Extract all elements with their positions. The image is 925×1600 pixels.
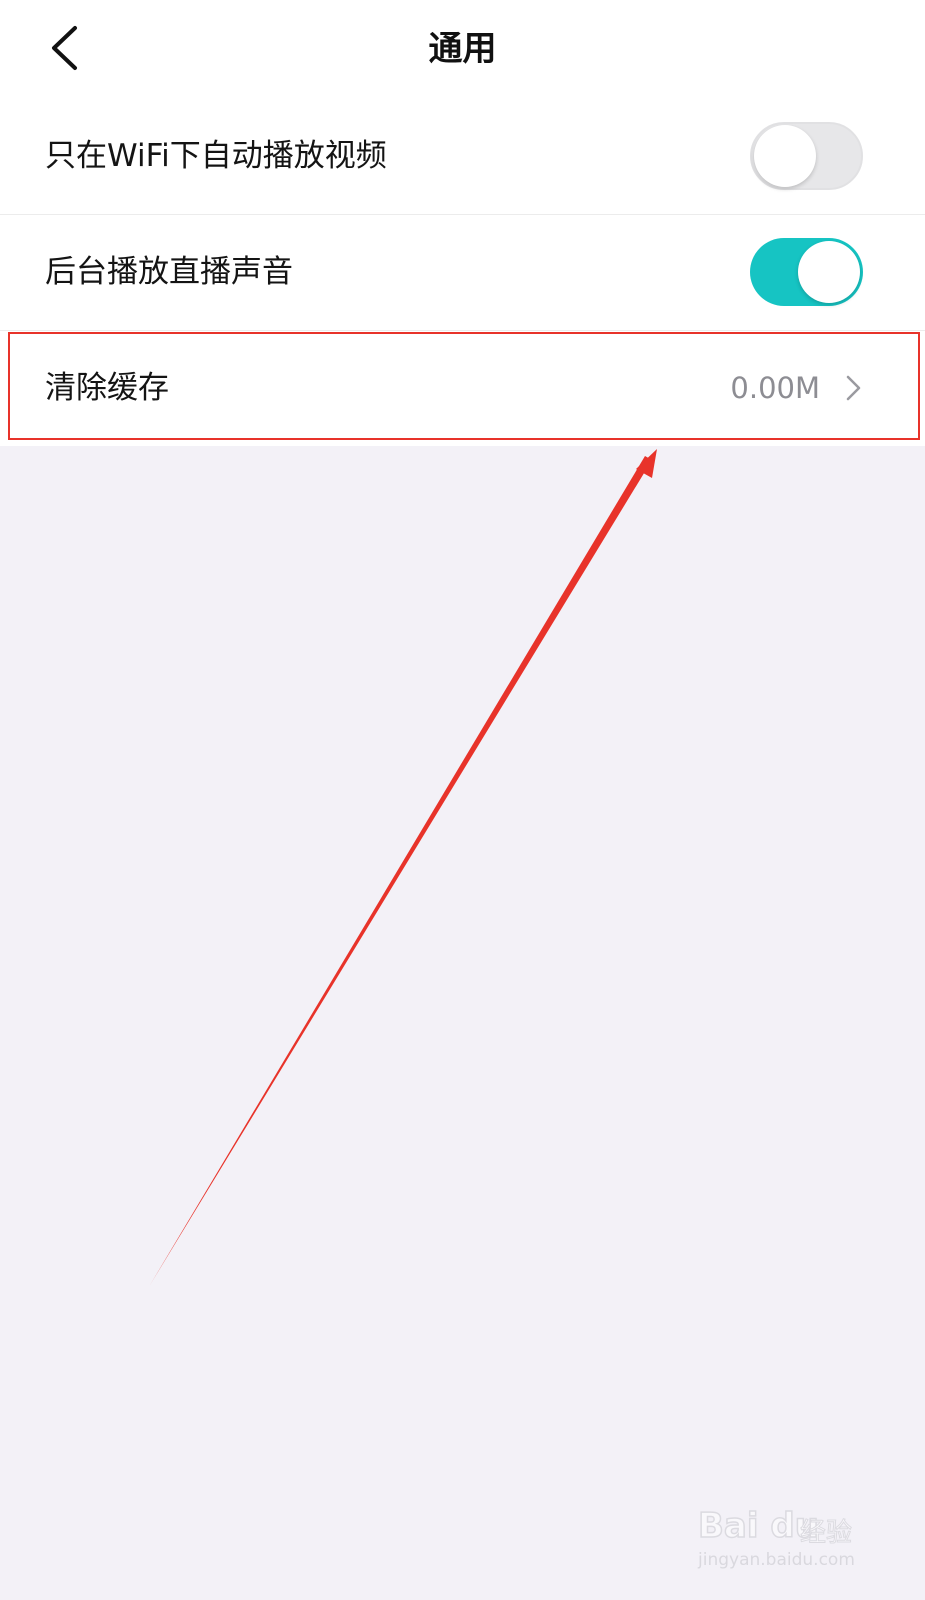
settings-list: 只在WiFi下自动播放视频 后台播放直播声音 清除缓存 0.00M bbox=[0, 98, 925, 446]
setting-row-background-live-audio: 后台播放直播声音 bbox=[0, 214, 925, 330]
chevron-left-icon bbox=[52, 26, 77, 70]
page-title: 通用 bbox=[428, 29, 497, 69]
chevron-right-icon bbox=[846, 375, 861, 401]
back-button[interactable] bbox=[36, 20, 92, 76]
wifi-autoplay-toggle[interactable] bbox=[750, 122, 863, 190]
watermark-url: jingyan.baidu.com bbox=[698, 1550, 855, 1570]
toggle-knob bbox=[754, 125, 816, 187]
background-live-audio-toggle[interactable] bbox=[750, 238, 863, 306]
setting-row-wifi-autoplay: 只在WiFi下自动播放视频 bbox=[0, 98, 925, 214]
nav-bar: 通用 bbox=[0, 0, 925, 98]
baidu-jingyan-watermark: Bai du 经验 jingyan.baidu.com bbox=[690, 1490, 875, 1580]
toggle-knob bbox=[798, 241, 860, 303]
setting-label: 只在WiFi下自动播放视频 bbox=[45, 138, 387, 174]
setting-row-clear-cache[interactable]: 清除缓存 0.00M bbox=[0, 330, 925, 446]
watermark-sub: 经验 bbox=[799, 1518, 853, 1549]
setting-label: 后台播放直播声音 bbox=[45, 254, 293, 290]
setting-label: 清除缓存 bbox=[45, 370, 169, 406]
cache-size-value: 0.00M bbox=[730, 371, 820, 405]
watermark-brand: Bai du bbox=[697, 1505, 819, 1547]
